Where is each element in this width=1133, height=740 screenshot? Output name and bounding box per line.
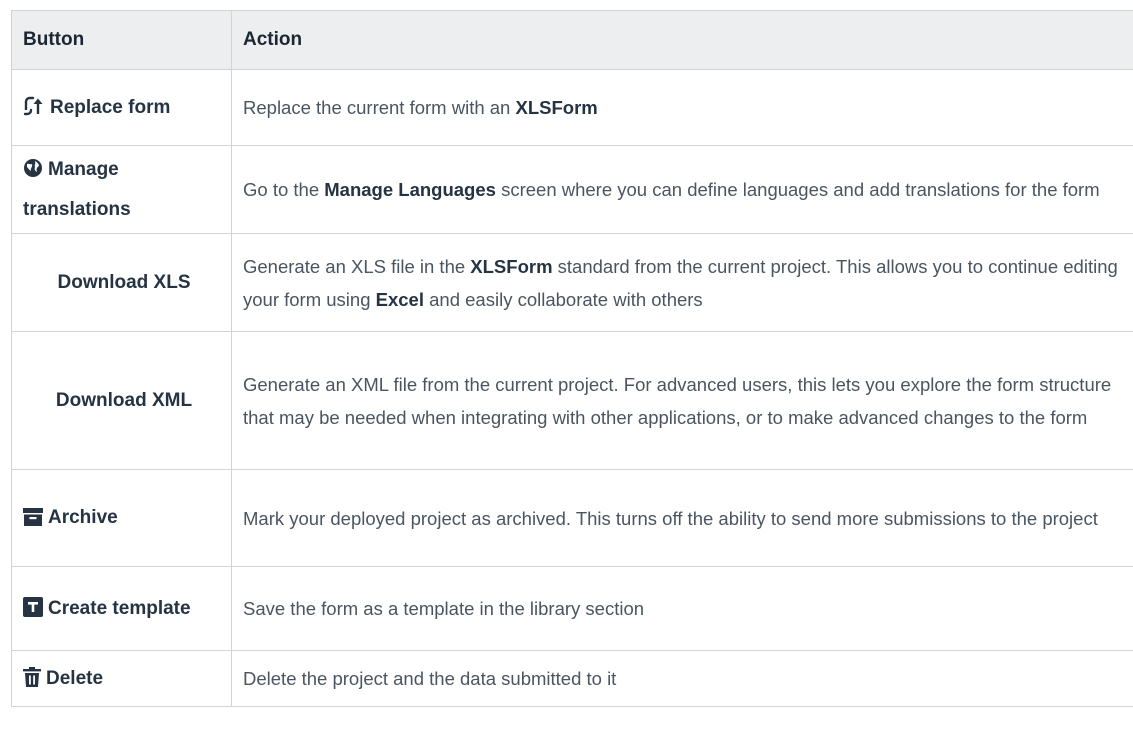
table-row: Archive Mark your deployed project as ar… [11, 469, 1133, 567]
action-text: Replace the current form with an [243, 97, 516, 118]
action-text: Mark your deployed project as archived. … [243, 507, 1098, 529]
table-row: Manage translations Go to the Manage Lan… [11, 145, 1133, 234]
globe-icon [23, 158, 43, 178]
button-label: Replace form [50, 96, 171, 118]
action-text: screen where you can define languages an… [495, 179, 1100, 200]
button-cell-download-xls: Download XLS [11, 233, 232, 332]
action-text: Generate an XLS file in the [243, 255, 471, 277]
header-action: Action [231, 10, 1133, 70]
button-cell-create-template: Create template [11, 566, 232, 651]
action-cell: Replace the current form with an XLSForm [231, 69, 1133, 146]
action-text: Save the form as a template in the libra… [243, 598, 645, 619]
button-cell-delete: Delete [11, 650, 232, 707]
action-text: Go to the [243, 179, 325, 200]
action-text-bold: Manage Languages [324, 179, 496, 200]
action-cell: Generate an XML file from the current pr… [231, 331, 1133, 470]
template-icon [23, 596, 43, 617]
trash-icon [23, 666, 41, 687]
header-button: Button [11, 10, 232, 70]
replace-icon [23, 96, 45, 116]
action-cell: Generate an XLS file in the XLSForm stan… [231, 233, 1133, 332]
table-row: Replace form Replace the current form wi… [11, 69, 1133, 146]
action-text: Delete the project and the data submitte… [243, 668, 617, 689]
button-label: Download XML [55, 389, 193, 411]
table-header-row: Button Action [11, 10, 1133, 70]
action-text-bold: Excel [375, 288, 424, 310]
action-cell: Mark your deployed project as archived. … [231, 469, 1133, 567]
button-cell-replace-form: Replace form [11, 69, 232, 146]
action-text-bold: XLSForm [515, 97, 598, 118]
table-row: Download XML Generate an XML file from t… [11, 331, 1133, 470]
archive-icon [23, 508, 43, 526]
table-row: Download XLS Generate an XLS file in the… [11, 233, 1133, 332]
action-cell: Go to the Manage Languages screen where … [231, 145, 1133, 234]
button-label: Download XLS [57, 271, 191, 293]
button-cell-manage-translations: Manage translations [11, 145, 232, 234]
button-label: Archive [48, 507, 118, 528]
action-cell: Delete the project and the data submitte… [231, 650, 1133, 707]
table-row: Delete Delete the project and the data s… [11, 650, 1133, 707]
action-cell: Save the form as a template in the libra… [231, 566, 1133, 651]
button-label: Create template [48, 597, 191, 619]
action-text: and easily collaborate with others [424, 288, 703, 310]
actions-table: Button Action Replace form Replace the c… [11, 10, 1133, 707]
table-row: Create template Save the form as a templ… [11, 566, 1133, 651]
action-text-bold: XLSForm [470, 255, 553, 277]
button-cell-archive: Archive [11, 469, 232, 567]
button-cell-download-xml: Download XML [11, 331, 232, 470]
button-label: Delete [46, 667, 104, 689]
action-text: Generate an XML file from the current pr… [243, 373, 1112, 428]
